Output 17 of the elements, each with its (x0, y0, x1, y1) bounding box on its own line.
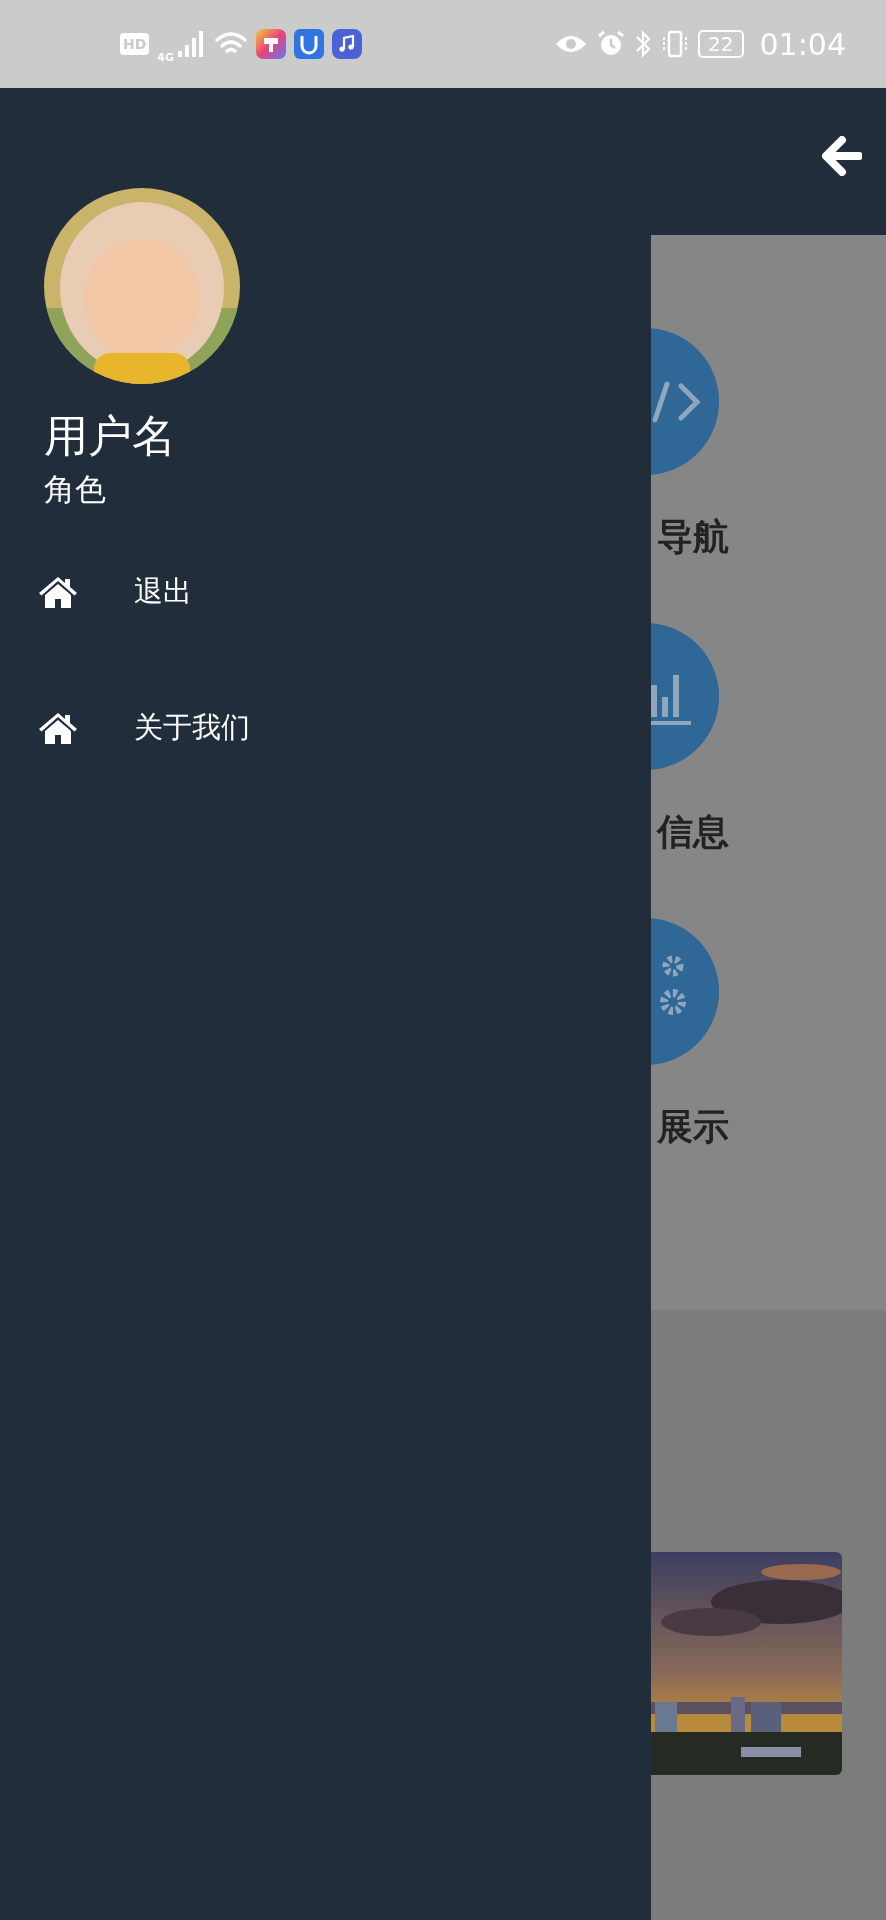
feature-label: 信息 (657, 814, 729, 850)
bar-chart-icon (651, 675, 691, 725)
app-icon (256, 29, 287, 59)
drawer-menu-item[interactable]: 关于我们 (38, 704, 418, 753)
music-app-icon (332, 29, 363, 59)
code-icon (652, 381, 701, 423)
bluetooth-icon (634, 29, 653, 59)
app-icon (294, 29, 325, 59)
user-name: 用户名 (44, 412, 177, 461)
user-role: 角色 (44, 472, 107, 507)
drawer-menu-item[interactable]: 退出 (38, 568, 418, 617)
home-icon (38, 575, 78, 610)
feature-label: 展示 (657, 1109, 729, 1145)
back-arrow-icon[interactable] (822, 135, 862, 176)
home-icon (38, 711, 78, 746)
gears-icon (660, 955, 686, 1015)
feature-label: 导航 (657, 519, 729, 555)
